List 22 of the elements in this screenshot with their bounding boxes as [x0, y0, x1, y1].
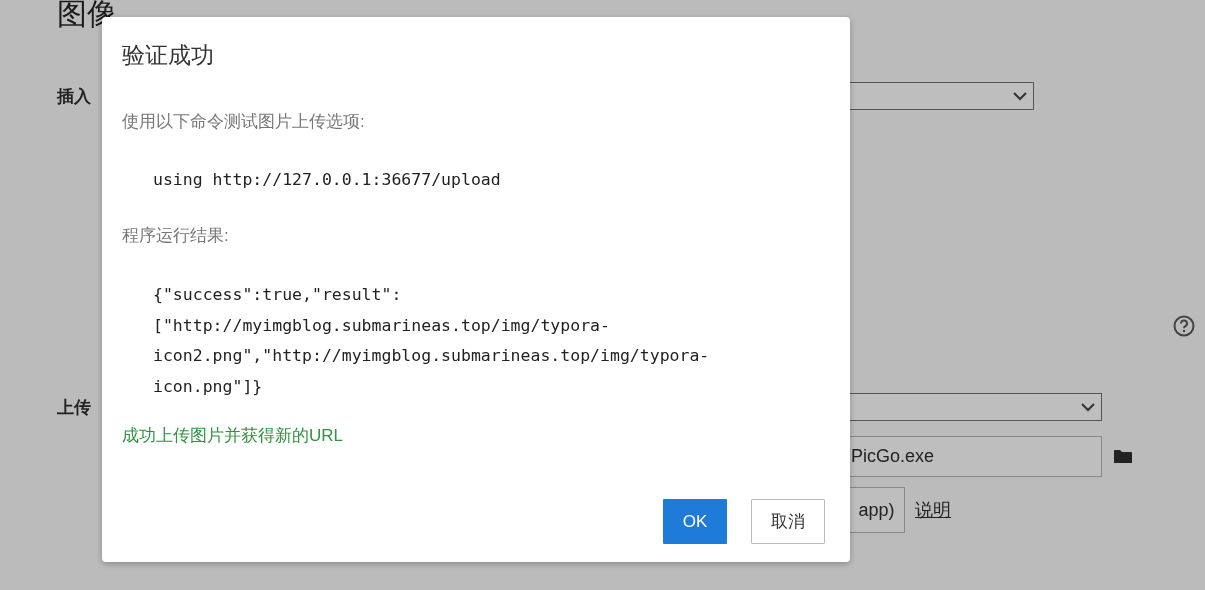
- setting-label: 插入: [57, 86, 91, 106]
- help-icon[interactable]: [1173, 315, 1195, 337]
- cancel-button[interactable]: 取消: [751, 499, 825, 544]
- help-link[interactable]: 说明: [915, 498, 951, 522]
- result-line: icon2.png","http://myimgblog.submarineas.top/img/typora-: [153, 345, 711, 367]
- result-line: ["http://myimgblog.submarineas.top/img/typora-: [153, 314, 611, 337]
- dialog-title: 验证成功: [122, 41, 215, 70]
- chevron-icon: [1081, 402, 1095, 412]
- command-intro: 使用以下命令测试图片上传选项:: [122, 111, 366, 133]
- test-button[interactable]: app): [848, 487, 905, 533]
- folder-icon[interactable]: [1114, 449, 1132, 464]
- chevron-icon: [1013, 91, 1027, 101]
- result-line: icon.png"]}: [153, 375, 264, 398]
- result-intro: 程序运行结果:: [122, 225, 230, 247]
- result-line: {"success":true,"result":: [153, 284, 403, 306]
- setting-label: 上传: [57, 397, 91, 417]
- command-text: using http://127.0.0.1:36677/upload: [152, 169, 502, 191]
- dropdown[interactable]: [848, 82, 1034, 110]
- status-message: 成功上传图片并获得新的URL: [122, 425, 344, 447]
- dropdown[interactable]: [848, 393, 1102, 421]
- path-field[interactable]: PicGo.exe: [848, 436, 1102, 477]
- ok-button[interactable]: OK: [663, 499, 727, 544]
